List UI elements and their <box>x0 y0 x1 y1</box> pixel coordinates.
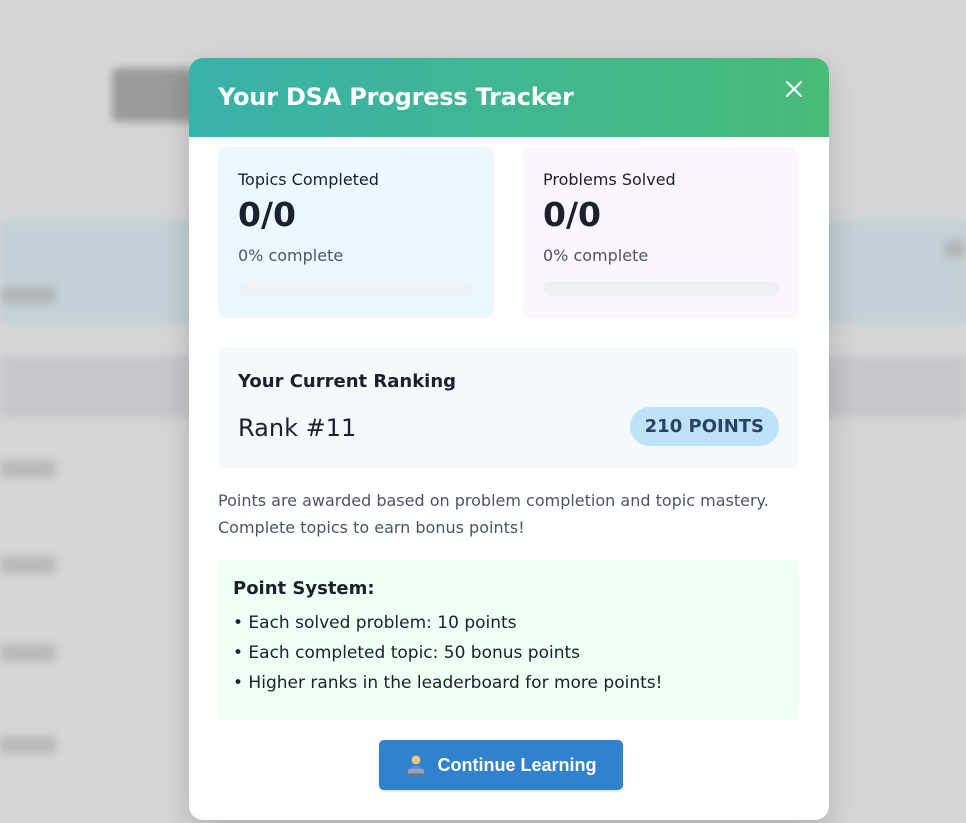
problems-solved-percent: 0% complete <box>543 246 649 265</box>
problems-progress-bar <box>543 281 779 296</box>
points-badge: 210 POINTS <box>629 407 779 446</box>
point-rule-item: • Each completed topic: 50 bonus points <box>233 643 581 663</box>
ranking-heading: Your Current Ranking <box>238 371 457 392</box>
background-text-blur <box>0 736 56 754</box>
rank-value: Rank #11 <box>238 414 357 442</box>
background-text-blur <box>0 286 56 304</box>
modal-header: Your DSA Progress Tracker <box>189 58 829 137</box>
problems-solved-label: Problems Solved <box>543 170 676 189</box>
background-text-blur <box>0 556 56 574</box>
modal-title: Your DSA Progress Tracker <box>218 83 574 111</box>
points-info-text: Points are awarded based on problem comp… <box>218 491 769 537</box>
point-system-heading: Point System: <box>233 578 375 599</box>
point-rule-item: • Each solved problem: 10 points <box>233 613 517 633</box>
continue-learning-button[interactable]: Continue Learning <box>379 740 623 790</box>
close-icon <box>786 81 802 97</box>
topics-completed-card: Topics Completed 0/0 0% complete <box>218 147 494 318</box>
background-text-blur <box>0 460 56 478</box>
close-button[interactable] <box>779 74 809 104</box>
background-text-blur <box>0 644 56 662</box>
point-rule-item: • Higher ranks in the leaderboard for mo… <box>233 673 663 693</box>
point-system-box: Point System: • Each solved problem: 10 … <box>218 560 799 720</box>
topics-completed-value: 0/0 <box>238 195 296 234</box>
problems-solved-value: 0/0 <box>543 195 601 234</box>
progress-tracker-modal: Your DSA Progress Tracker Topics Complet… <box>189 58 829 820</box>
topics-completed-label: Topics Completed <box>238 170 379 189</box>
technologist-icon <box>405 755 426 776</box>
point-system-rules: • Each solved problem: 10 points • Each … <box>233 608 784 698</box>
background-text-blur <box>944 240 966 258</box>
problems-solved-card: Problems Solved 0/0 0% complete <box>523 147 799 318</box>
topics-progress-bar <box>238 281 474 296</box>
topics-completed-percent: 0% complete <box>238 246 344 265</box>
ranking-card: Your Current Ranking Rank #11 210 POINTS <box>218 347 799 468</box>
continue-learning-label: Continue Learning <box>437 754 597 775</box>
